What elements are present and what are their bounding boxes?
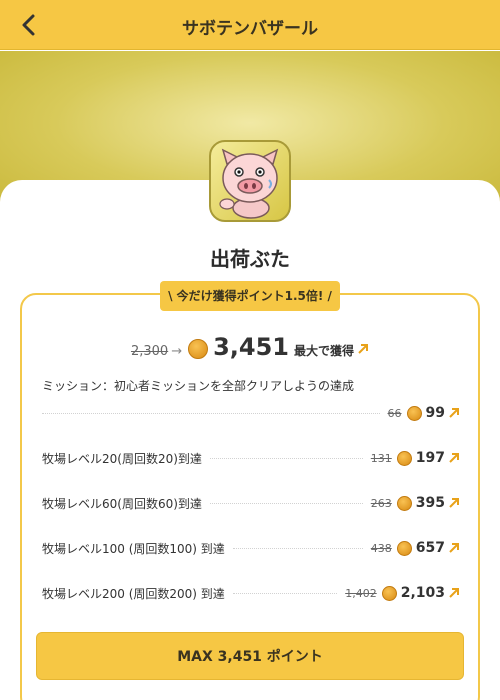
reward-label: 牧場レベル200 (周回数200) 到達	[42, 586, 225, 601]
coin-icon	[381, 585, 397, 601]
reward-row: 牧場レベル200 (周回数200) 到達 1,402 2,103	[42, 582, 460, 604]
arrow-right-icon: →	[171, 344, 183, 359]
badge-slash-right: /	[323, 289, 332, 303]
header-bar: サボテンバザール	[0, 0, 500, 50]
mission-reward-row: 66 99	[42, 402, 460, 424]
promo-badge: \ 今だけ獲得ポイント1.5倍! /	[160, 281, 340, 311]
arrow-up-right-icon	[449, 543, 459, 553]
new-points: 395	[415, 495, 445, 511]
coin-icon	[396, 540, 412, 556]
pig-icon	[219, 148, 279, 219]
leader-dots	[209, 457, 363, 459]
mission-description: ミッション：初心者ミッションを全部クリアしようの達成	[42, 379, 355, 393]
new-points: 2,103	[400, 585, 445, 601]
old-points: 131	[370, 451, 392, 465]
coin-icon	[396, 450, 412, 466]
badge-slash-left: \	[168, 289, 177, 303]
total-points-row: 2,300 → 3,451 最大で獲得	[0, 333, 500, 365]
arrow-up-right-icon	[358, 344, 369, 354]
leader-dots	[232, 547, 363, 549]
reward-row: 牧場レベル60(周回数60)到達 263 395	[42, 492, 460, 514]
leader-dots	[209, 502, 363, 504]
old-points: 66	[387, 406, 402, 420]
reward-label: 牧場レベル60(周回数60)到達	[42, 496, 202, 511]
leader-dots	[42, 412, 380, 414]
total-points-suffix: 最大で獲得	[294, 344, 355, 358]
coin-icon	[188, 339, 209, 359]
badge-text: 今だけ獲得ポイント1.5倍!	[176, 289, 324, 303]
coin-icon	[396, 495, 412, 511]
arrow-up-right-icon	[449, 408, 459, 418]
page-title: サボテンバザール	[182, 19, 318, 39]
new-points: 197	[415, 450, 445, 466]
arrow-up-right-icon	[449, 453, 459, 463]
old-points: 1,402	[345, 586, 377, 600]
old-total-points: 2,300	[130, 344, 169, 359]
reward-row: 牧場レベル20(周回数20)到達 131 197	[42, 447, 460, 469]
reward-label: 牧場レベル100 (周回数100) 到達	[42, 541, 225, 556]
new-points: 99	[425, 405, 445, 421]
reward-label: 牧場レベル20(周回数20)到達	[42, 451, 202, 466]
max-points-button[interactable]: MAX 3,451 ポイント	[36, 632, 464, 680]
reward-row: 牧場レベル100 (周回数100) 到達 438 657	[42, 537, 460, 559]
app-icon	[209, 140, 291, 222]
leader-dots	[232, 592, 338, 594]
new-points: 657	[415, 540, 445, 556]
old-points: 438	[370, 541, 392, 555]
arrow-up-right-icon	[449, 588, 459, 598]
arrow-up-right-icon	[449, 498, 459, 508]
total-points-value: 3,451	[213, 333, 290, 361]
old-points: 263	[370, 496, 392, 510]
coin-icon	[406, 405, 422, 421]
app-name: 出荷ぶた	[210, 247, 290, 271]
